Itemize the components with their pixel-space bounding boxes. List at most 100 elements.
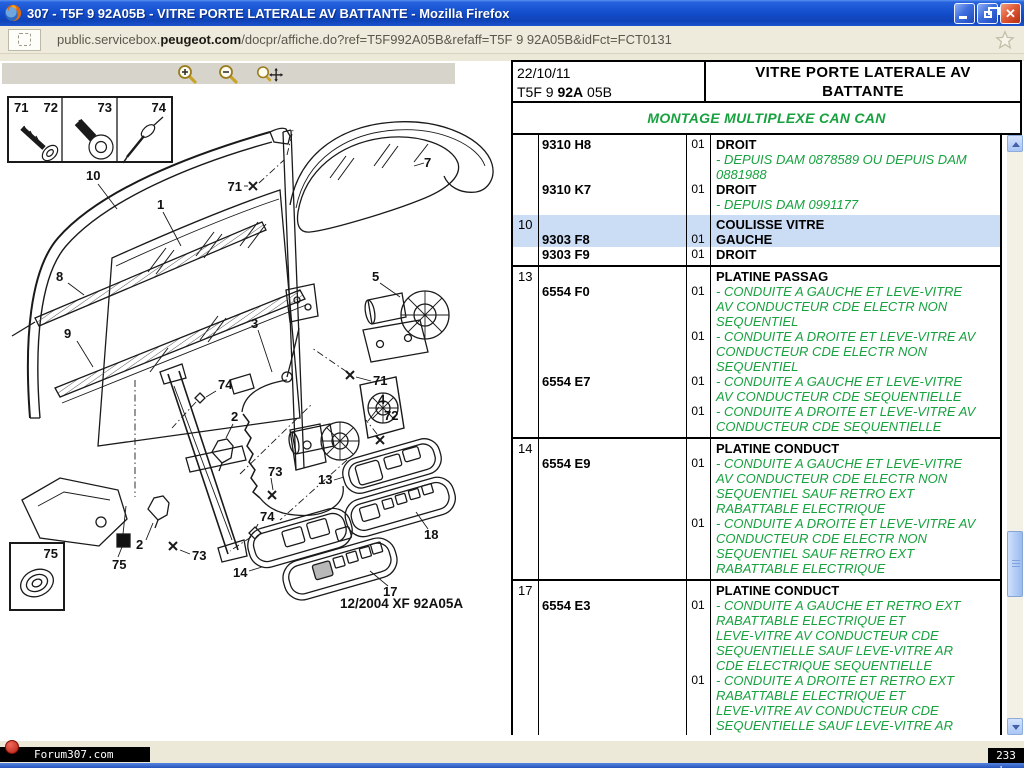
part-row[interactable]: 01 - CONDUITE A DROITE ET RETRO EXT RABA… <box>513 673 1000 733</box>
zoom-in-button[interactable] <box>174 64 202 84</box>
parts-table-body: 9310 H8 01 DROIT - DEPUIS DAM 0878589 OU… <box>511 135 1002 735</box>
part-label: 14 <box>233 565 248 580</box>
part-ref: 6554 E9 <box>538 456 686 516</box>
forum-logo-icon <box>5 740 19 754</box>
bottom-edge-strip <box>0 763 1024 768</box>
part-qty: 01 <box>686 137 710 182</box>
part-label: 3 <box>251 316 258 331</box>
part-label: 72 <box>384 408 398 423</box>
part-condition: - DEPUIS DAM 0878589 OU DEPUIS DAM 08819… <box>716 152 1000 182</box>
part-qty: 01 <box>686 516 710 576</box>
part-label: 2 <box>231 409 238 424</box>
part-label: 18 <box>424 527 438 542</box>
group-title-row: 14 PLATINE CONDUCT <box>513 441 1000 456</box>
part-row[interactable]: 9303 F9 01 DROIT <box>513 247 1000 262</box>
part-qty: 01 <box>686 182 710 212</box>
close-button[interactable]: ✕ <box>1000 3 1021 24</box>
selected-row-highlight: 10 COULISSE VITRE 9303 F8 01 GAUCHE <box>513 215 1000 247</box>
zoom-in-icon <box>176 64 200 84</box>
minimize-icon <box>959 16 967 19</box>
part-row[interactable]: 01 - CONDUITE A DROITE ET LEVE-VITRE AV … <box>513 329 1000 374</box>
part-qty: 01 <box>686 374 710 404</box>
favicon-placeholder <box>8 29 41 51</box>
part-row[interactable]: 6554 E7 01 - CONDUITE A GAUCHE ET LEVE-V… <box>513 374 1000 404</box>
window-title: 307 - T5F 9 92A05B - VITRE PORTE LATERAL… <box>27 6 954 21</box>
group-title-row: 13 PLATINE PASSAG <box>513 269 1000 284</box>
part-row[interactable]: 01 - CONDUITE A DROITE ET LEVE-VITRE AV … <box>513 404 1000 434</box>
favicon-dashed-icon <box>18 33 31 46</box>
part-qty: 01 <box>686 404 710 434</box>
group-title: PLATINE CONDUCT <box>710 583 1000 598</box>
part-label: 2 <box>136 537 143 552</box>
zoom-out-button[interactable] <box>215 64 243 84</box>
part-qty: 01 <box>686 284 710 329</box>
part-label: 8 <box>56 269 63 284</box>
part-qty: 01 <box>686 673 710 733</box>
part-condition: - CONDUITE A GAUCHE ET RETRO EXT RABATTA… <box>716 598 1000 673</box>
part-condition: - CONDUITE A DROITE ET LEVE-VITRE AV CON… <box>716 329 1000 374</box>
part-condition: - CONDUITE A DROITE ET LEVE-VITRE AV CON… <box>716 404 1000 434</box>
group-number: 17 <box>513 583 538 598</box>
part-qty: 01 <box>686 232 710 247</box>
group-title: COULISSE VITRE <box>710 217 1000 232</box>
part-side: DROIT <box>716 137 1000 152</box>
part-group: 14 PLATINE CONDUCT 6554 E9 01 - CONDUITE… <box>513 439 1000 581</box>
group-number: 14 <box>513 441 538 456</box>
part-label: 7 <box>424 155 431 170</box>
scroll-down-button[interactable] <box>1007 718 1023 735</box>
group-title-row: 17 PLATINE CONDUCT <box>513 583 1000 598</box>
part-side: DROIT <box>716 247 1000 262</box>
part-label: 74 <box>260 509 275 524</box>
part-qty: 01 <box>686 456 710 516</box>
group-number: 13 <box>513 269 538 284</box>
part-condition: - CONDUITE A DROITE ET LEVE-VITRE AV CON… <box>716 516 1000 576</box>
part-condition: - CONDUITE A GAUCHE ET LEVE-VITRE AV CON… <box>716 284 1000 329</box>
zoom-pan-button[interactable] <box>256 64 284 84</box>
part-row[interactable]: 6554 E9 01 - CONDUITE A GAUCHE ET LEVE-V… <box>513 456 1000 516</box>
group-title: PLATINE CONDUCT <box>710 441 1000 456</box>
url-input[interactable]: public.servicebox.peugeot.com/docpr/affi… <box>57 32 994 47</box>
restore-button[interactable] <box>977 3 998 24</box>
arrow-down-icon <box>1012 725 1020 730</box>
part-label: 71 <box>14 100 28 115</box>
watermark-badge: Forum307.com <box>0 747 150 762</box>
scroll-up-button[interactable] <box>1007 135 1023 152</box>
part-row[interactable]: 6554 F0 01 - CONDUITE A GAUCHE ET LEVE-V… <box>513 284 1000 329</box>
part-row[interactable]: 9310 K7 01 DROIT - DEPUIS DAM 0991177 <box>513 182 1000 212</box>
group-title: PLATINE PASSAG <box>710 269 1000 284</box>
doc-meta: 22/10/11 T5F 9 92A 05B <box>513 62 706 101</box>
part-qty: 01 <box>686 598 710 673</box>
part-group: 17 PLATINE CONDUCT 6554 E3 01 - CONDUITE… <box>513 581 1000 735</box>
address-bar: public.servicebox.peugeot.com/docpr/affi… <box>0 26 1024 54</box>
part-label: 74 <box>152 100 167 115</box>
part-label: 75 <box>112 557 126 572</box>
part-label: 74 <box>218 377 233 392</box>
page-title: VITRE PORTE LATERALE AV BATTANTE <box>706 62 1020 101</box>
part-row[interactable]: 9310 H8 01 DROIT - DEPUIS DAM 0878589 OU… <box>513 137 1000 182</box>
part-side: DROIT <box>716 182 1000 197</box>
doc-date: 22/10/11 <box>517 64 704 83</box>
parts-diagram: 71 72 73 74 10 1 7 71 8 9 5 3 71 74 2 4 … <box>0 84 505 740</box>
restore-icon <box>984 11 992 18</box>
part-label: 73 <box>192 548 206 563</box>
scrollbar-thumb[interactable] <box>1007 531 1023 597</box>
group-number: 10 <box>513 217 538 232</box>
doc-reference: T5F 9 92A 05B <box>517 83 704 102</box>
minimize-button[interactable] <box>954 3 975 24</box>
part-group: 13 PLATINE PASSAG 6554 F0 01 - CONDUITE … <box>513 267 1000 439</box>
diagram-toolbar <box>2 63 455 84</box>
part-ref: 6554 E7 <box>538 374 686 404</box>
part-row-selected[interactable]: 9303 F8 01 GAUCHE <box>513 232 1000 247</box>
table-scrollbar[interactable] <box>1007 135 1023 735</box>
part-row[interactable]: 01 - CONDUITE A DROITE ET LEVE-VITRE AV … <box>513 516 1000 576</box>
part-ref: 9303 F8 <box>538 232 686 247</box>
page-size-badge: 233 ko <box>988 748 1024 763</box>
part-label: 4 <box>378 392 386 407</box>
part-label: 71 <box>228 179 242 194</box>
part-label: 73 <box>268 464 282 479</box>
bookmark-star-icon[interactable] <box>994 29 1016 51</box>
parts-table-header: 22/10/11 T5F 9 92A 05B VITRE PORTE LATER… <box>511 60 1022 103</box>
part-row[interactable]: 6554 E3 01 - CONDUITE A GAUCHE ET RETRO … <box>513 598 1000 673</box>
part-condition: - DEPUIS DAM 0991177 <box>716 197 1000 212</box>
part-qty: 01 <box>686 329 710 374</box>
